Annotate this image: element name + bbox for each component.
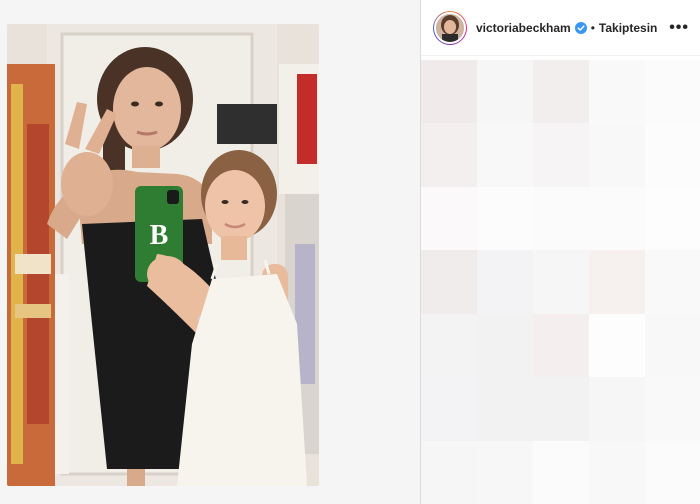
blur-cell xyxy=(645,186,700,251)
blur-cell xyxy=(645,313,700,378)
blur-cell xyxy=(421,60,477,124)
blur-cell xyxy=(589,123,645,187)
avatar[interactable] xyxy=(434,11,466,44)
blur-cell xyxy=(533,123,589,187)
blur-cell xyxy=(533,377,589,441)
blur-cell xyxy=(589,60,645,124)
verified-badge-icon xyxy=(574,21,587,34)
blur-cell xyxy=(533,250,589,314)
blur-cell xyxy=(645,250,700,314)
blur-cell xyxy=(477,440,533,504)
blurred-comments-area xyxy=(421,60,700,504)
post-header: victoriabeckham • Takiptesin ••• xyxy=(421,0,700,56)
blur-cell xyxy=(645,123,700,187)
blur-cell xyxy=(589,186,645,251)
post-photo[interactable]: B xyxy=(7,24,319,486)
avatar-image xyxy=(436,13,464,42)
avatar-story-ring[interactable] xyxy=(433,10,467,45)
post-photo-illustration: B xyxy=(7,24,319,486)
blur-cell xyxy=(477,313,533,378)
post-media-area: B xyxy=(0,0,420,504)
blur-cell xyxy=(421,313,477,378)
separator-dot: • xyxy=(590,20,595,35)
blur-cell xyxy=(421,377,477,441)
blur-cell xyxy=(477,60,533,124)
blur-cell xyxy=(421,123,477,187)
blur-cell xyxy=(645,377,700,441)
blur-cell xyxy=(533,440,589,504)
blur-cell xyxy=(589,440,645,504)
blur-cell xyxy=(533,186,589,251)
blur-cell xyxy=(589,313,645,378)
blur-cell xyxy=(421,250,477,314)
blur-cell xyxy=(533,313,589,378)
blur-cell xyxy=(477,377,533,441)
blur-cell xyxy=(421,186,477,251)
blur-cell xyxy=(589,377,645,441)
more-options-icon[interactable]: ••• xyxy=(667,19,691,37)
blur-cell xyxy=(477,186,533,251)
blur-cell xyxy=(645,60,700,124)
blur-cell xyxy=(421,440,477,504)
blur-cell xyxy=(477,123,533,187)
blur-cell xyxy=(533,60,589,124)
blur-cell xyxy=(645,440,700,504)
username-link[interactable]: victoriabeckham xyxy=(476,21,571,35)
blur-cell xyxy=(589,250,645,314)
following-status-button[interactable]: Takiptesin xyxy=(599,21,657,35)
post-sidebar: victoriabeckham • Takiptesin ••• xyxy=(420,0,700,504)
phone-case-text: B xyxy=(150,220,169,251)
blur-cell xyxy=(477,250,533,314)
